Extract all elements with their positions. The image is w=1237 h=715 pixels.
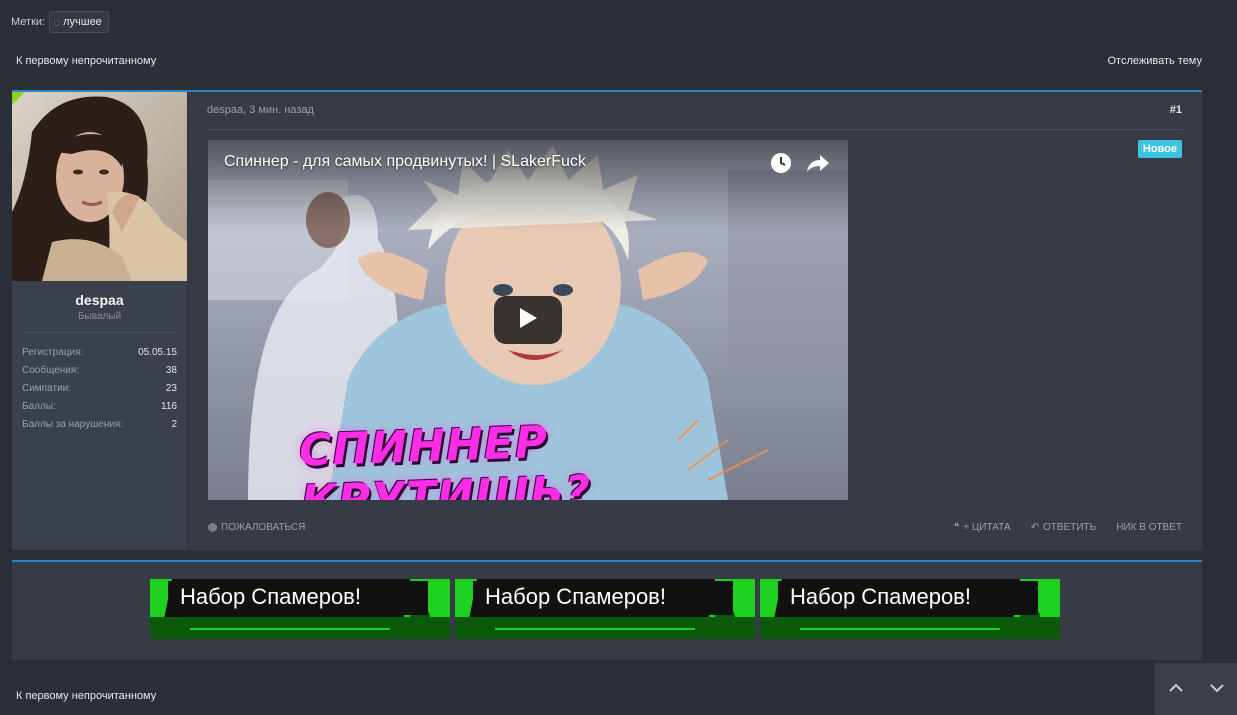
reply-button[interactable]: ↶ ОТВЕТИТЬ xyxy=(1031,522,1097,533)
stat-row-messages: Сообщения: 38 xyxy=(22,362,177,380)
tag-item[interactable]: лучшее xyxy=(49,11,109,33)
chevron-down-icon xyxy=(1209,680,1224,698)
report-button[interactable]: ПОЖАЛОВАТЬСЯ xyxy=(208,522,305,533)
divider xyxy=(22,332,177,333)
first-unread-link-bottom[interactable]: К первому непрочитанному xyxy=(16,690,156,702)
post-number[interactable]: #1 xyxy=(1170,104,1182,116)
video-title[interactable]: Спиннер - для самых продвинутых! | SLake… xyxy=(224,153,586,171)
scroll-up-button[interactable] xyxy=(1155,663,1196,715)
banner-ad[interactable]: Набор Спамеров! xyxy=(150,579,450,639)
tags-label: Метки: xyxy=(11,16,46,28)
banner-row: Набор Спамеров! Набор Спамеров! Набор Сп… xyxy=(150,579,1060,639)
stat-value[interactable]: 116 xyxy=(161,398,177,416)
banner-block: Набор Спамеров! Набор Спамеров! Набор Сп… xyxy=(12,560,1202,660)
stat-label: Баллы: xyxy=(22,401,56,412)
reply-icon: ↶ xyxy=(1030,522,1039,533)
share-icon[interactable] xyxy=(806,152,830,179)
stat-row-warnings: Баллы за нарушения: 2 xyxy=(22,416,177,434)
nick-reply-button[interactable]: НИК В ОТВЕТ xyxy=(1116,522,1182,533)
user-stats: Регистрация: 05.05.15 Сообщения: 38 Симп… xyxy=(22,344,177,434)
reply-label: ОТВЕТИТЬ xyxy=(1043,522,1097,533)
post-actions: ПОЖАЛОВАТЬСЯ ❝ + ЦИТАТА ↶ ОТВЕТИТЬ НИК В… xyxy=(208,522,1182,533)
banner-ad[interactable]: Набор Спамеров! xyxy=(760,579,1060,639)
stat-value[interactable]: 38 xyxy=(166,362,177,380)
watch-later-icon[interactable] xyxy=(770,152,792,179)
chevron-up-icon xyxy=(1168,680,1183,698)
stat-value: 23 xyxy=(165,383,177,394)
report-label: ПОЖАЛОВАТЬСЯ xyxy=(221,522,306,533)
quote-button[interactable]: ❝ + ЦИТАТА xyxy=(954,522,1011,533)
banner-text: Набор Спамеров! xyxy=(485,584,666,609)
new-badge: Новое xyxy=(1137,140,1182,158)
username[interactable]: despaa xyxy=(12,292,187,308)
stat-row-points: Баллы: 116 xyxy=(22,398,177,416)
post: despaa Бывалый Регистрация: 05.05.15 Соо… xyxy=(12,90,1202,550)
online-indicator xyxy=(12,92,25,105)
post-content: despaa, 3 мин. назад #1 Новое Спиннер - … xyxy=(188,92,1202,550)
play-icon xyxy=(518,307,538,334)
thread-nav-top: К первому непрочитанному Отслеживать тем… xyxy=(16,55,1202,67)
stat-value: 2 xyxy=(171,419,177,430)
report-icon xyxy=(208,523,217,532)
divider xyxy=(207,129,1182,130)
watch-thread-link[interactable]: Отслеживать тему xyxy=(1107,55,1202,67)
stat-label: Симпатии: xyxy=(22,383,71,394)
stat-label: Регистрация: xyxy=(22,347,84,358)
play-button[interactable] xyxy=(494,296,562,344)
stat-value: 05.05.15 xyxy=(138,347,177,358)
avatar[interactable] xyxy=(12,92,187,281)
banner-text: Набор Спамеров! xyxy=(790,584,971,609)
banner-text: Набор Спамеров! xyxy=(180,584,361,609)
quote-icon: ❝ xyxy=(953,522,960,533)
post-meta[interactable]: despaa, 3 мин. назад xyxy=(207,104,314,116)
stat-label: Сообщения: xyxy=(22,365,80,376)
user-title: Бывалый xyxy=(77,311,122,322)
stat-row-likes: Симпатии: 23 xyxy=(22,380,177,398)
scroll-down-button[interactable] xyxy=(1196,663,1237,715)
quote-label: + ЦИТАТА xyxy=(963,522,1011,533)
first-unread-link[interactable]: К первому непрочитанному xyxy=(16,55,156,67)
post-actions-right: ❝ + ЦИТАТА ↶ ОТВЕТИТЬ НИК В ОТВЕТ xyxy=(954,522,1182,533)
stat-row-registration: Регистрация: 05.05.15 xyxy=(22,344,177,362)
scroll-controls xyxy=(1155,663,1237,715)
video-embed[interactable]: Спиннер - для самых продвинутых! | SLake… xyxy=(208,140,848,500)
stat-label: Баллы за нарушения: xyxy=(22,419,124,430)
video-icons xyxy=(770,152,830,179)
tags-bar: Метки: лучшее xyxy=(11,11,109,33)
nick-reply-label: НИК В ОТВЕТ xyxy=(1116,522,1182,533)
user-panel: despaa Бывалый Регистрация: 05.05.15 Соо… xyxy=(12,92,188,550)
banner-ad[interactable]: Набор Спамеров! xyxy=(455,579,755,639)
